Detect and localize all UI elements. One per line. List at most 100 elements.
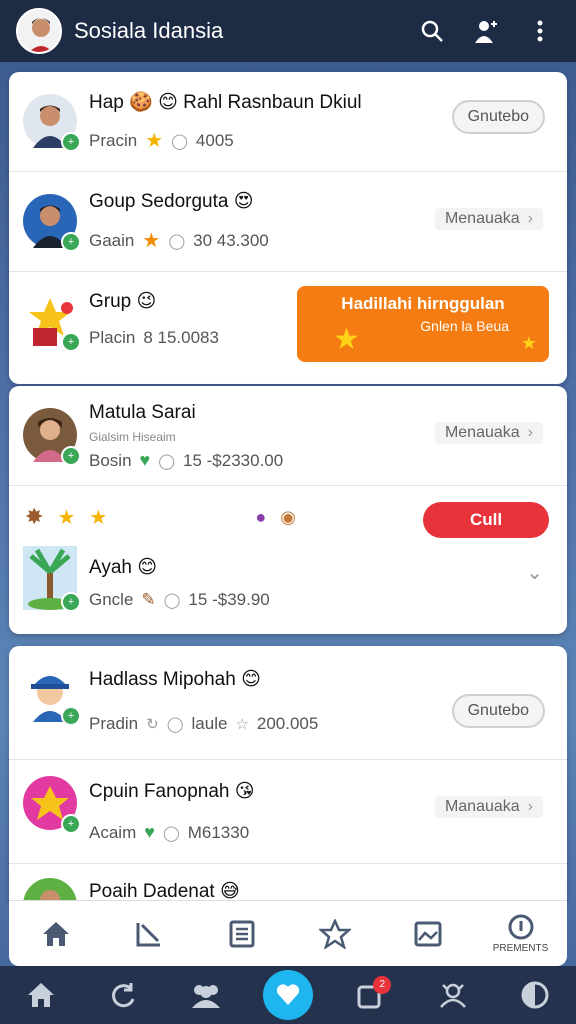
chevron-right-icon: › — [527, 210, 533, 227]
manage-link[interactable]: Menauaka › — [434, 422, 543, 444]
tab-feed[interactable] — [212, 908, 272, 960]
star-icon: ★ — [142, 230, 161, 252]
edit-icon — [136, 922, 160, 946]
online-badge-icon: + — [61, 332, 81, 352]
nav-favorites-center[interactable] — [262, 970, 313, 1020]
document-icon — [229, 920, 254, 947]
join-button[interactable]: Gnutebo — [451, 100, 545, 134]
meta-value: 30 43.300 — [193, 230, 269, 250]
nav-groups[interactable] — [181, 970, 231, 1020]
sticker-icon: ◉ — [280, 506, 296, 527]
location-icon: ◯ — [162, 824, 180, 842]
list-item[interactable]: + Cpuin Fanopnah 😘 Acaim ♥ ◯ M61330 Mana… — [9, 760, 567, 864]
online-badge-icon: + — [61, 232, 81, 252]
group-meta: Placin 8 15.0083 — [89, 328, 219, 348]
sticker-icon: ✎ — [141, 590, 156, 609]
group-name: Goup Sedorguta 😍 — [89, 191, 254, 212]
promo-title: Hadillahi hirnggulan — [341, 294, 505, 313]
tab-edit[interactable] — [119, 908, 179, 960]
avatar: + — [23, 668, 81, 726]
promo-banner[interactable]: Hadillahi hirnggulan Gnlen la Beua ★ ★ — [297, 286, 549, 362]
group-card-2: + Matula Sarai Gialsim Hiseaim Bosin ♥ ◯… — [9, 386, 567, 634]
profile-avatar[interactable] — [16, 8, 62, 54]
list-item[interactable]: + Matula Sarai Gialsim Hiseaim Bosin ♥ ◯… — [9, 386, 567, 486]
refresh-icon: ↻ — [146, 716, 159, 733]
meta-value: 15 -$39.90 — [188, 590, 270, 609]
avatar: + — [23, 546, 81, 612]
system-nav-bar: 2 — [0, 966, 576, 1024]
manage-link[interactable]: Manauaka › — [434, 796, 543, 818]
nav-explore[interactable] — [98, 970, 148, 1020]
home-icon — [28, 983, 55, 1007]
meta-value: 15 -$2330.00 — [183, 450, 284, 470]
chevron-right-icon: › — [527, 424, 533, 441]
home-icon — [42, 921, 69, 946]
tab-premium[interactable]: PREMENTS — [491, 908, 551, 960]
sticker-icon: ✸ — [25, 504, 44, 529]
friends-icon — [439, 983, 466, 1008]
group-name: Grup 😉 — [89, 291, 157, 312]
sticker-icon: ● — [255, 506, 267, 527]
star-icon: ★ — [520, 333, 537, 353]
manage-link[interactable]: Menauaka › — [434, 208, 543, 230]
online-badge-icon: + — [61, 592, 81, 612]
meta-label: Bosin — [89, 450, 132, 470]
image-icon — [414, 921, 441, 946]
star-icon: ★ — [89, 506, 108, 529]
tab-favorites[interactable] — [305, 908, 365, 960]
app-bar: Sosiala Idansia — [0, 0, 576, 62]
group-name: Matula Sarai — [89, 402, 196, 423]
group-name: Ayah 😊 — [89, 557, 158, 578]
avatar: + — [23, 408, 81, 466]
info-icon — [508, 914, 533, 940]
avatar: + — [23, 294, 81, 352]
group-meta: Pradin ↻ ◯ laule ☆ 200.005 — [89, 714, 318, 734]
add-friend-icon[interactable] — [466, 11, 506, 51]
sticker-row: ✸ ★ ★ ● ◉ — [25, 504, 296, 530]
chevron-down-icon[interactable]: ⌄ — [526, 560, 543, 585]
manage-label: Menauaka — [444, 424, 520, 441]
more-vert-icon[interactable] — [520, 11, 560, 51]
nav-home[interactable] — [16, 970, 66, 1020]
manage-label: Manauaka — [444, 798, 520, 815]
list-item[interactable]: + Hap 🍪 😊 Rahl Rasnbaun Dkiul Pracin ★ ◯… — [9, 72, 567, 172]
nav-profile[interactable] — [510, 970, 560, 1020]
online-badge-icon: + — [61, 132, 81, 152]
group-icon — [191, 985, 220, 1008]
group-name: Hadlass Mipohah 😊 — [89, 669, 261, 690]
group-card-3: + Hadlass Mipohah 😊 Pradin ↻ ◯ laule ☆ 2… — [9, 646, 567, 902]
meta-label: Placin — [89, 328, 136, 347]
online-badge-icon: + — [61, 706, 81, 726]
join-button[interactable]: Gnutebo — [451, 694, 545, 728]
star-icon: ★ — [333, 323, 360, 356]
avatar — [23, 878, 77, 902]
nav-notifications[interactable]: 2 — [345, 970, 395, 1020]
group-name: Poaih Dadenat 😅 — [89, 881, 240, 902]
refresh-icon — [112, 983, 135, 1008]
list-item[interactable]: + Goup Sedorguta 😍 Gaain ★ ◯ 30 43.300 M… — [9, 172, 567, 272]
tab-home[interactable] — [26, 908, 86, 960]
list-item[interactable]: Poaih Dadenat 😅 — [9, 864, 567, 902]
app-tab-bar: PREMENTS — [9, 900, 567, 966]
avatar: + — [23, 194, 81, 252]
group-card-1: + Hap 🍪 😊 Rahl Rasnbaun Dkiul Pracin ★ ◯… — [9, 72, 567, 384]
chevron-right-icon: › — [527, 798, 533, 815]
avatar: + — [23, 776, 81, 834]
tab-gallery[interactable] — [398, 908, 458, 960]
nav-friends[interactable] — [428, 970, 478, 1020]
call-button[interactable]: Cull — [423, 502, 549, 538]
list-item[interactable]: ✸ ★ ★ ● ◉ Cull + Ayah 😊 Gncle ✎ ◯ 15 -$3… — [9, 486, 567, 634]
search-icon[interactable] — [412, 11, 452, 51]
group-meta: Pracin ★ ◯ 4005 — [89, 128, 234, 153]
meta-value: M61330 — [187, 822, 250, 842]
heart-icon: ♥ — [139, 450, 151, 470]
star-icon: ★ — [145, 130, 164, 152]
meta-value: 8 15.0083 — [143, 328, 219, 347]
list-item[interactable]: + Grup 😉 Placin 8 15.0083 Hadillahi hirn… — [9, 272, 567, 384]
group-meta: Acaim ♥ ◯ M61330 — [89, 822, 249, 843]
online-badge-icon: + — [61, 814, 81, 834]
meta-label: Pradin — [89, 714, 139, 733]
list-item[interactable]: + Hadlass Mipohah 😊 Pradin ↻ ◯ laule ☆ 2… — [9, 646, 567, 760]
meta-value: laule — [191, 714, 228, 733]
group-subtitle: Gialsim Hiseaim — [89, 430, 176, 444]
